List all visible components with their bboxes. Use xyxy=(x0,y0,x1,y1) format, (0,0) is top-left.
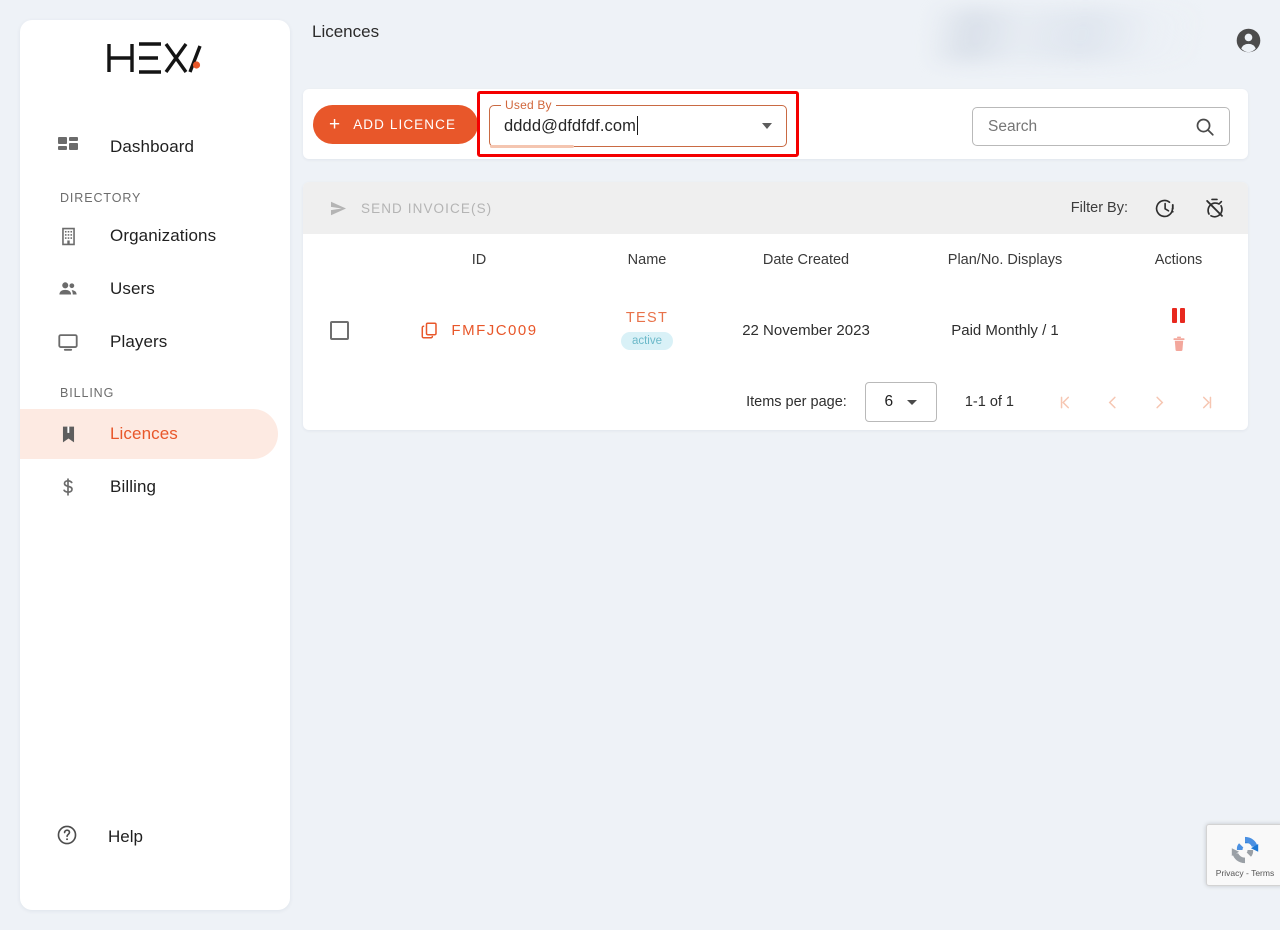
add-licence-label: ADD LICENCE xyxy=(353,117,457,132)
row-select-cell xyxy=(303,320,375,340)
row-plan-cell: Paid Monthly / 1 xyxy=(901,322,1109,339)
items-per-page-label: Items per page: xyxy=(746,394,847,410)
sidebar-item-label: Help xyxy=(108,827,143,846)
table-header-row: ID Name Date Created Plan/No. Displays A… xyxy=(303,234,1248,286)
sidebar-item-label: Licences xyxy=(110,424,178,443)
row-date-cell: 22 November 2023 xyxy=(711,322,901,339)
table-actions-bar: SEND INVOICE(S) Filter By: xyxy=(303,182,1248,234)
clock-alert-icon[interactable] xyxy=(1154,197,1177,220)
status-badge: active xyxy=(620,332,674,350)
table-header-plan: Plan/No. Displays xyxy=(947,252,1063,268)
text-cursor xyxy=(637,116,639,135)
sidebar-item-billing[interactable]: Billing xyxy=(20,462,278,512)
sidebar-item-dashboard[interactable]: Dashboard xyxy=(20,122,278,172)
table-header-actions: Actions xyxy=(1154,252,1203,268)
send-icon xyxy=(329,199,348,218)
send-invoices-button[interactable]: SEND INVOICE(S) xyxy=(329,199,492,218)
pagination-range-label: 1-1 of 1 xyxy=(964,394,1014,410)
plus-icon: + xyxy=(329,114,342,135)
search-icon[interactable] xyxy=(1194,116,1216,138)
used-by-value: dddd@dfdfdf.com xyxy=(504,116,639,136)
sidebar-item-organizations[interactable]: Organizations xyxy=(20,211,278,261)
dollar-icon xyxy=(56,475,80,499)
pause-icon[interactable] xyxy=(1172,307,1185,323)
filter-by-label: Filter By: xyxy=(1070,200,1128,216)
sidebar-section-billing: BILLING xyxy=(60,386,115,400)
sidebar-item-label: Organizations xyxy=(110,226,217,245)
chevron-down-icon xyxy=(907,399,918,405)
sidebar-item-users[interactable]: Users xyxy=(20,264,278,314)
add-licence-button[interactable]: + ADD LICENCE xyxy=(313,105,479,144)
sidebar-item-label: Players xyxy=(110,332,168,351)
last-page-button[interactable] xyxy=(1183,382,1230,422)
sidebar-section-directory: DIRECTORY xyxy=(60,191,142,205)
row-name-cell: TEST active xyxy=(583,310,711,350)
table-header-date-created: Date Created xyxy=(762,252,850,268)
previous-page-button[interactable] xyxy=(1089,382,1136,422)
copy-id-button[interactable]: FMFJC009 xyxy=(420,321,537,340)
sidebar-item-players[interactable]: Players xyxy=(20,317,278,367)
sidebar-item-licences[interactable]: Licences xyxy=(20,409,278,459)
people-icon xyxy=(56,277,80,301)
focus-underline xyxy=(490,145,574,148)
sidebar-item-label: Users xyxy=(110,279,155,298)
recaptcha-badge[interactable]: Privacy - Terms xyxy=(1206,824,1280,886)
row-plan-text: Paid Monthly / 1 xyxy=(951,321,1059,339)
sidebar: Dashboard DIRECTORY Organizations Users … xyxy=(20,20,290,910)
hexa-logo xyxy=(106,41,204,75)
bookmark-icon xyxy=(56,422,80,446)
top-header: Licences xyxy=(300,0,1280,70)
send-invoices-label: SEND INVOICE(S) xyxy=(361,200,493,216)
help-circle-icon xyxy=(56,824,78,851)
row-id-text: FMFJC009 xyxy=(451,321,538,339)
sidebar-item-label: Billing xyxy=(110,477,157,496)
timer-off-icon[interactable] xyxy=(1203,197,1226,220)
search-box[interactable] xyxy=(972,107,1230,146)
monitor-icon xyxy=(56,330,80,354)
filter-controls: Filter By: xyxy=(1071,182,1226,234)
sidebar-item-label: Dashboard xyxy=(110,137,195,156)
table-header-id: ID xyxy=(471,252,487,268)
page-title: Licences xyxy=(312,22,380,41)
table-row: FMFJC009 TEST active 22 November 2023 Pa… xyxy=(303,286,1248,374)
items-per-page-value: 6 xyxy=(884,393,894,410)
used-by-select[interactable]: Used By dddd@dfdfdf.com xyxy=(489,98,787,148)
dashboard-grid-icon xyxy=(56,135,80,159)
used-by-label: Used By xyxy=(501,98,556,112)
sidebar-nav: Dashboard DIRECTORY Organizations Users … xyxy=(20,96,290,512)
toolbar-card: + ADD LICENCE Used By dddd@dfdfdf.com xyxy=(303,89,1248,159)
logo-wrap xyxy=(20,20,290,96)
first-page-button[interactable] xyxy=(1042,382,1089,422)
row-checkbox[interactable] xyxy=(329,320,349,340)
chevron-down-icon[interactable] xyxy=(762,123,772,129)
items-per-page-select[interactable]: 6 xyxy=(864,382,937,422)
row-actions-cell xyxy=(1109,307,1248,353)
next-page-button[interactable] xyxy=(1136,382,1183,422)
recaptcha-privacy-terms[interactable]: Privacy - Terms xyxy=(1216,868,1274,878)
table-header-name: Name xyxy=(627,252,667,268)
delete-icon[interactable] xyxy=(1170,335,1188,353)
copy-icon xyxy=(420,321,439,340)
redacted-header-region xyxy=(930,8,1200,62)
sidebar-item-help[interactable]: Help xyxy=(20,814,143,860)
building-icon xyxy=(56,224,80,248)
licences-table-card: SEND INVOICE(S) Filter By: ID Name Date … xyxy=(303,182,1248,430)
recaptcha-logo-icon xyxy=(1228,833,1262,867)
row-name-text: TEST xyxy=(625,310,669,326)
app-root: Dashboard DIRECTORY Organizations Users … xyxy=(0,0,1280,930)
pagination: Items per page: 6 1-1 of 1 xyxy=(303,374,1248,430)
row-date-text: 22 November 2023 xyxy=(742,321,870,339)
row-id-cell: FMFJC009 xyxy=(375,321,583,340)
search-input[interactable] xyxy=(973,117,1194,136)
account-circle-icon[interactable] xyxy=(1235,27,1262,54)
